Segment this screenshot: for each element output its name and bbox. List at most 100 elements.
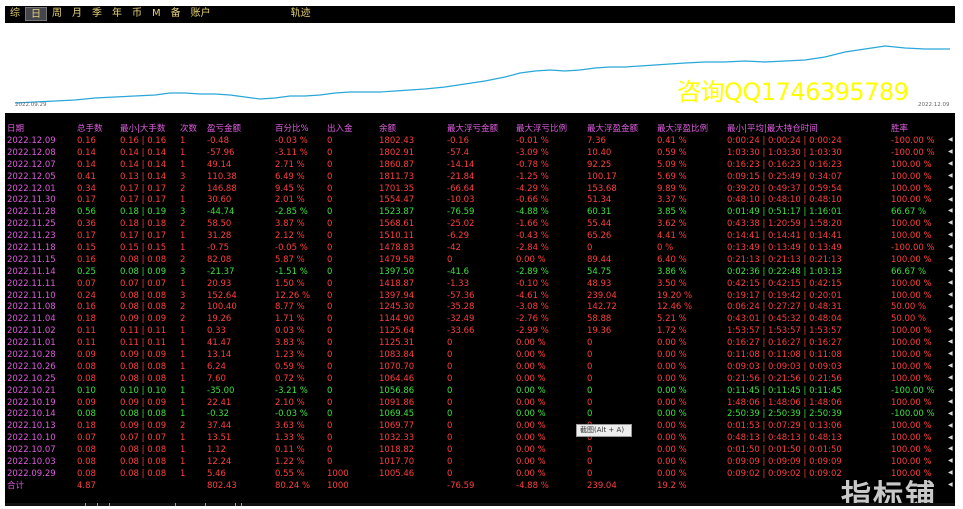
tab-9[interactable]: 账户 (186, 7, 216, 21)
row-arrow-icon[interactable]: ◀ (948, 148, 954, 155)
row-arrow-icon[interactable]: ◀ (948, 136, 954, 143)
table-row: 2022.11.04 0.18 0.09 | 0.09 2 19.26 1.71 % 0 11… (5, 314, 955, 326)
row-arrow-icon[interactable]: ◀ (948, 172, 954, 179)
row-arrow-icon[interactable]: ◀ (948, 231, 954, 238)
row-arrow-icon[interactable]: ◀ (948, 469, 954, 476)
row-arrow-icon[interactable]: ◀ (948, 422, 954, 429)
cell-col-5: 2.71 % (275, 159, 305, 170)
cell-col-4: -0.32 (207, 409, 229, 420)
tab-10[interactable]: 轨迹 (286, 7, 316, 21)
cell-col-13: 100.00 % (891, 290, 932, 301)
row-arrow-icon[interactable]: ◀ (948, 184, 954, 191)
cell-col-5: 1.33 % (275, 433, 305, 444)
cell-col-3: 1 (180, 350, 186, 361)
row-arrow-icon[interactable]: ◀ (948, 338, 954, 345)
row-arrow-icon[interactable]: ◀ (948, 279, 954, 286)
row-arrow-icon[interactable]: ◀ (948, 398, 954, 405)
cell-col-10: 0 (587, 445, 593, 456)
tab-0[interactable]: 综 (5, 7, 25, 21)
cell-col-10: 239.04 (587, 290, 617, 301)
cell-col-8: -6.29 (447, 231, 469, 242)
cell-col-11: 19.2 % (657, 480, 687, 491)
row-arrow-icon[interactable]: ◀ (948, 350, 954, 357)
row-arrow-icon[interactable]: ◀ (948, 410, 954, 417)
tab-7[interactable]: M (147, 7, 166, 21)
cell-col-3: 2 (180, 183, 186, 194)
cell-col-8: -10.03 (447, 195, 475, 206)
cell-col-9: -0.66 % (516, 195, 549, 206)
tab-8[interactable]: 备 (166, 7, 186, 21)
cell-col-1: 0.18 (77, 421, 96, 432)
row-arrow-icon[interactable]: ◀ (948, 243, 954, 250)
cell-col-10: 0 (587, 361, 593, 372)
cell-col-7: 1083.84 (379, 350, 415, 361)
row-arrow-icon[interactable]: ◀ (948, 303, 954, 310)
cell-col-10: 54.75 (587, 266, 612, 277)
cell-col-4: 146.88 (207, 183, 237, 194)
cell-col-2: 0.08 | 0.08 (120, 373, 167, 384)
row-arrow-icon[interactable]: ◀ (948, 207, 954, 214)
row-arrow-icon[interactable]: ◀ (948, 196, 954, 203)
row-arrow-icon[interactable]: ◀ (948, 315, 954, 322)
cell-col-6: 0 (327, 350, 333, 361)
cell-col-5: 5.87 % (275, 254, 305, 265)
cell-col-1: 0.11 (77, 338, 96, 349)
cell-col-0: 2022.11.14 (7, 266, 56, 277)
cell-col-13: 100.00 % (891, 159, 932, 170)
cell-col-9: 0.00 % (516, 350, 546, 361)
row-arrow-icon[interactable]: ◀ (948, 291, 954, 298)
cell-col-12: 0:43:01 | 0:45:32 | 0:48:04 (727, 314, 842, 325)
table-header: 日期 总手数 最小|大手数 次数 盈亏金额 百分比% 出入金 余额 最大浮亏金额 最大浮亏比例 最大… (5, 123, 955, 136)
cell-col-9: -0.01 % (516, 136, 549, 146)
cell-col-13: 100.00 % (891, 433, 932, 444)
cell-col-13: 100.00 % (891, 183, 932, 194)
table-row: 2022.11.30 0.17 0.17 | 0.17 1 30.60 2.01 % 0 15… (5, 195, 955, 207)
table-row: 2022.10.07 0.08 0.08 | 0.08 1 1.12 0.11 % 0 101… (5, 445, 955, 457)
cell-col-13: 100.00 % (891, 350, 932, 361)
cell-col-8: -14.14 (447, 159, 475, 170)
row-arrow-icon[interactable]: ◀ (948, 445, 954, 452)
cell-col-13: 胜率 (891, 124, 909, 134)
cell-col-13: -100.00 % (891, 136, 935, 146)
tab-2[interactable]: 周 (47, 7, 67, 21)
cell-col-13: 100.00 % (891, 231, 932, 242)
cell-col-12: 0:19:17 | 0:19:42 | 0:20:01 (727, 290, 842, 301)
cell-col-8: 0 (447, 445, 453, 456)
cell-col-0: 2022.11.15 (7, 254, 56, 265)
row-arrow-icon[interactable]: ◀ (948, 326, 954, 333)
row-arrow-icon[interactable]: ◀ (948, 219, 954, 226)
cell-col-0: 2022.12.08 (7, 147, 56, 158)
cell-col-13: 50.00 % (891, 314, 927, 325)
cell-col-8: -57.4 (447, 147, 469, 158)
row-arrow-icon[interactable]: ◀ (948, 481, 954, 488)
tab-6[interactable]: 币 (127, 7, 147, 21)
cell-col-4: -44.74 (207, 207, 235, 218)
cell-col-11: 0.00 % (657, 338, 687, 349)
cell-col-2: 0.14 | 0.14 (120, 159, 167, 170)
cell-col-5: 1.71 % (275, 314, 305, 325)
cell-col-6: 0 (327, 290, 333, 301)
cell-col-12: 0:09:02 | 0:09:02 | 0:09:02 (727, 468, 842, 479)
cell-col-11: 0.00 % (657, 409, 687, 420)
cell-col-12: 0:16:23 | 0:16:23 | 0:16:23 (727, 159, 842, 170)
row-arrow-icon[interactable]: ◀ (948, 386, 954, 393)
row-arrow-icon[interactable]: ◀ (948, 374, 954, 381)
cell-col-9: -4.61 % (516, 290, 549, 301)
row-arrow-icon[interactable]: ◀ (948, 160, 954, 167)
tab-1[interactable]: 日 (25, 7, 47, 21)
tab-5[interactable]: 年 (107, 7, 127, 21)
cell-col-4: 58.50 (207, 219, 232, 230)
cell-col-1: 0.16 (77, 254, 96, 265)
cell-col-11: 0.41 % (657, 136, 687, 146)
row-arrow-icon[interactable]: ◀ (948, 434, 954, 441)
tab-4[interactable]: 季 (87, 7, 107, 21)
tab-3[interactable]: 月 (67, 7, 87, 21)
row-arrow-icon[interactable]: ◀ (948, 255, 954, 262)
row-arrow-icon[interactable]: ◀ (948, 267, 954, 274)
cell-col-12: 0:06:24 | 0:27:27 | 0:48:31 (727, 302, 842, 313)
row-arrow-icon[interactable]: ◀ (948, 457, 954, 464)
cell-col-12: 0:21:13 | 0:21:13 | 0:21:13 (727, 254, 842, 265)
cell-col-2: 0.08 | 0.08 (120, 254, 167, 265)
row-arrow-icon[interactable]: ◀ (948, 362, 954, 369)
cell-col-7: 1802.43 (379, 136, 415, 146)
